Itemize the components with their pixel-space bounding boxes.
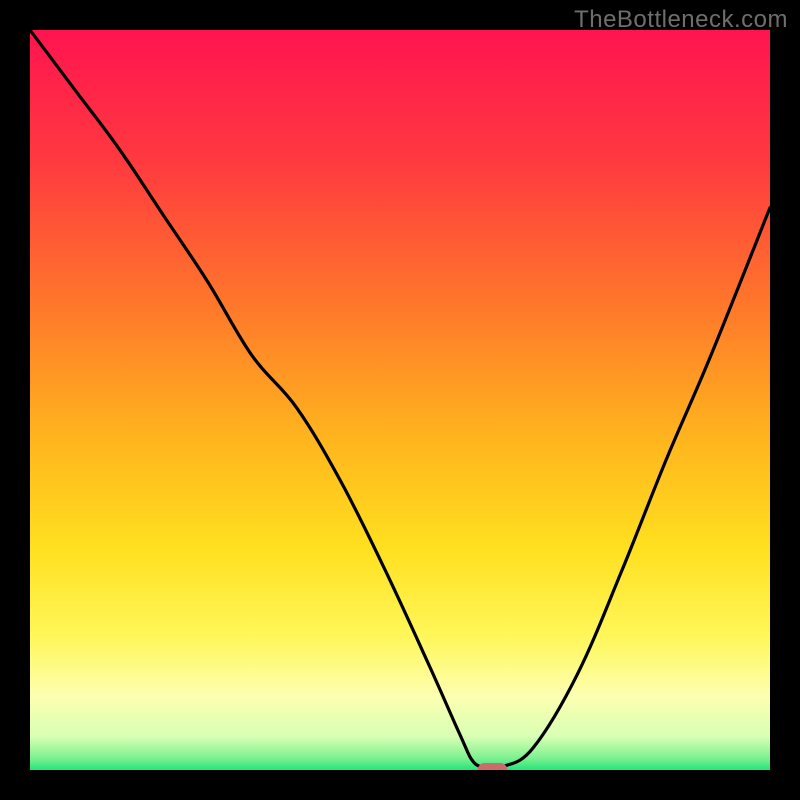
watermark-text: TheBottleneck.com	[574, 6, 788, 34]
bottleneck-chart	[30, 30, 770, 770]
plot-area	[30, 30, 770, 770]
chart-container: TheBottleneck.com	[0, 0, 800, 800]
optimal-marker	[478, 763, 508, 770]
